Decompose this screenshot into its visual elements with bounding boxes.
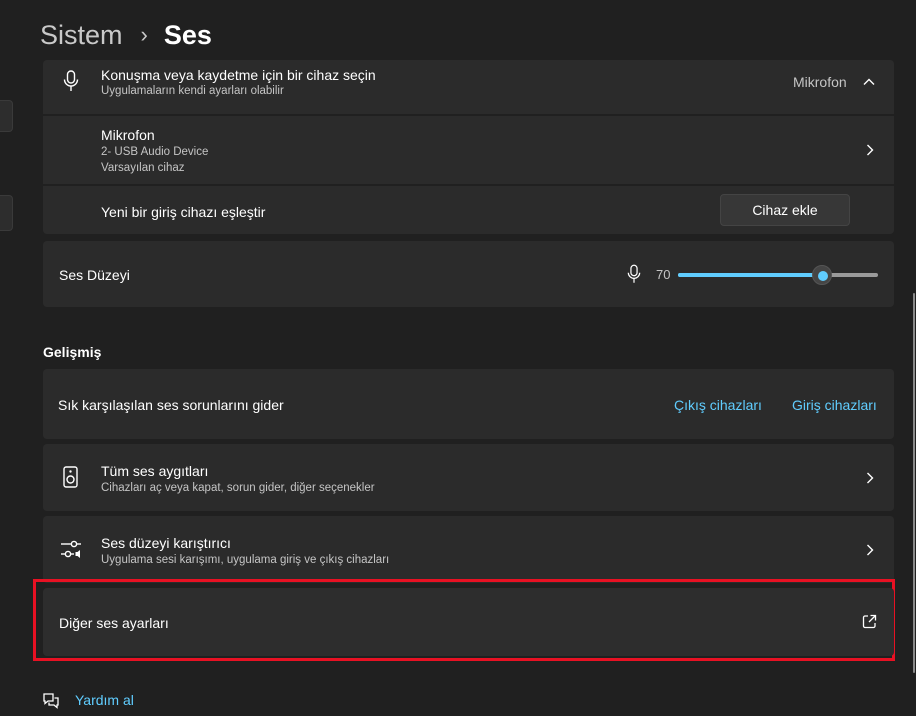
- mixer-title: Ses düzeyi karıştırıcı: [101, 535, 231, 551]
- pair-device-label: Yeni bir giriş cihazı eşleştir: [101, 204, 266, 220]
- microphone-title: Mikrofon: [101, 127, 155, 143]
- more-sound-settings-label: Diğer ses ayarları: [59, 615, 169, 631]
- chevron-right-icon: [867, 144, 874, 156]
- slider-thumb[interactable]: [812, 265, 832, 285]
- page-title: Ses: [163, 19, 212, 50]
- all-sound-devices-card[interactable]: Tüm ses aygıtları Cihazları aç veya kapa…: [43, 444, 894, 511]
- troubleshoot-label: Sık karşılaşılan ses sorunlarını gider: [58, 397, 284, 413]
- breadcrumb-parent[interactable]: Sistem: [40, 20, 123, 51]
- input-device-value: Mikrofon: [793, 74, 847, 90]
- input-device-subtitle: Uygulamaların kendi ayarları olabilir: [101, 85, 284, 97]
- chevron-up-icon[interactable]: [861, 74, 877, 90]
- slider-fill: [678, 273, 822, 277]
- microphone-device-name: 2- USB Audio Device: [101, 146, 209, 158]
- sidebar-item-fragment[interactable]: [0, 100, 13, 132]
- slider-thumb-dot: [818, 271, 828, 281]
- all-devices-title: Tüm ses aygıtları: [101, 463, 209, 479]
- advanced-heading: Gelişmiş: [43, 344, 102, 360]
- microphone-default-label: Varsayılan cihaz: [101, 162, 185, 174]
- input-devices-link[interactable]: Giriş cihazları: [792, 397, 877, 413]
- microphone-icon[interactable]: [627, 263, 641, 285]
- help-link[interactable]: Yardım al: [75, 692, 134, 708]
- all-devices-subtitle: Cihazları aç veya kapat, sorun gider, di…: [101, 482, 375, 494]
- breadcrumb: Sistem › Ses: [40, 18, 212, 52]
- add-device-button[interactable]: Cihaz ekle: [720, 194, 850, 226]
- input-device-title: Konuşma veya kaydetme için bir cihaz seç…: [101, 67, 376, 83]
- volume-value: 70: [656, 267, 671, 282]
- help-chat-icon: [43, 692, 59, 709]
- help-link-row[interactable]: Yardım al: [42, 690, 134, 710]
- volume-card: Ses Düzeyi 70: [43, 241, 894, 307]
- output-devices-link[interactable]: Çıkış cihazları: [674, 397, 762, 413]
- more-sound-settings-card[interactable]: Diğer ses ayarları: [43, 588, 894, 656]
- mixer-icon: [61, 540, 81, 558]
- pair-input-device-row: Yeni bir giriş cihazı eşleştir Cihaz ekl…: [43, 186, 894, 234]
- background-window-edge: [916, 0, 924, 716]
- volume-slider[interactable]: [678, 265, 878, 285]
- troubleshoot-card: Sık karşılaşılan ses sorunlarını gider Ç…: [43, 369, 894, 439]
- scrollbar[interactable]: [913, 293, 915, 673]
- volume-label: Ses Düzeyi: [59, 267, 130, 283]
- chevron-right-icon: [867, 544, 874, 556]
- speaker-icon: [63, 466, 78, 488]
- chevron-right-icon: [867, 472, 874, 484]
- microphone-device-row[interactable]: Mikrofon 2- USB Audio Device Varsayılan …: [43, 116, 894, 184]
- microphone-icon: [63, 70, 79, 91]
- chevron-right-icon: ›: [140, 22, 148, 47]
- mixer-subtitle: Uygulama sesi karışımı, uygulama giriş v…: [101, 554, 390, 566]
- input-device-card: Konuşma veya kaydetme için bir cihaz seç…: [43, 60, 894, 234]
- sidebar-item-fragment[interactable]: [0, 195, 13, 231]
- external-link-icon: [862, 614, 877, 629]
- input-device-selector[interactable]: Konuşma veya kaydetme için bir cihaz seç…: [43, 60, 894, 114]
- volume-mixer-card[interactable]: Ses düzeyi karıştırıcı Uygulama sesi kar…: [43, 516, 894, 583]
